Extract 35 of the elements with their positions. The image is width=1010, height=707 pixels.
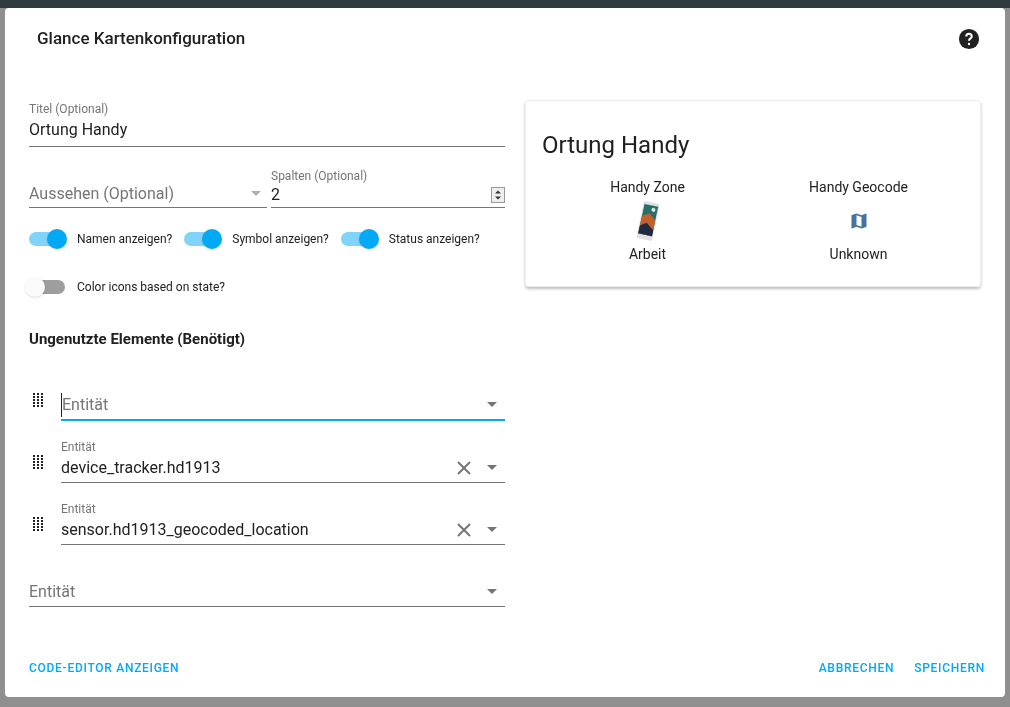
drag-handle-icon[interactable]	[33, 392, 43, 407]
entity-field[interactable]: Entität	[29, 577, 505, 607]
help-icon[interactable]	[958, 28, 980, 50]
entity-field[interactable]: Entität	[61, 390, 505, 421]
section-heading: Ungenutzte Elemente (Benötigt)	[29, 329, 247, 350]
dropdown-caret-icon[interactable]	[487, 589, 497, 594]
entity-state: Unknown	[829, 245, 888, 264]
dropdown-caret-icon[interactable]	[487, 465, 497, 470]
dropdown-caret-icon[interactable]	[487, 402, 497, 407]
entity-name: Handy Geocode	[809, 178, 908, 197]
entity-field[interactable]: Entität sensor.hd1913_geocoded_location	[61, 501, 505, 545]
spinner-icon[interactable]	[491, 187, 505, 203]
columns-field[interactable]: Spalten (Optional) 2	[271, 169, 505, 208]
drag-handle-icon[interactable]	[33, 516, 43, 531]
entity-field[interactable]: Entität device_tracker.hd1913	[61, 439, 505, 483]
appearance-select[interactable]: Aussehen (Optional)	[29, 180, 267, 208]
code-editor-button[interactable]: CODE-EDITOR ANZEIGEN	[29, 659, 180, 677]
toggle-switch[interactable]	[29, 232, 65, 246]
card-title: Ortung Handy	[542, 130, 691, 161]
toggle-label: Status anzeigen?	[388, 231, 480, 248]
dialog-title: Glance Kartenkonfiguration	[37, 27, 246, 51]
title-field[interactable]: Titel (Optional) Ortung Handy	[29, 102, 505, 147]
drag-handle-icon[interactable]	[33, 454, 43, 469]
entity-state: Arbeit	[628, 245, 667, 264]
cancel-button[interactable]: ABBRECHEN	[814, 659, 899, 677]
toggle-switch[interactable]	[340, 232, 377, 246]
toggle-label: Color icons based on state?	[77, 279, 225, 296]
toggle-label: Symbol anzeigen?	[232, 231, 329, 248]
clear-icon[interactable]	[457, 522, 471, 537]
clear-icon[interactable]	[457, 460, 471, 475]
toggle-label: Namen anzeigen?	[77, 231, 173, 248]
toggle-switch[interactable]	[184, 232, 221, 246]
entity-name: Handy Zone	[610, 178, 685, 197]
dropdown-caret-icon[interactable]	[487, 527, 497, 532]
save-button[interactable]: SPEICHERN	[910, 659, 989, 677]
